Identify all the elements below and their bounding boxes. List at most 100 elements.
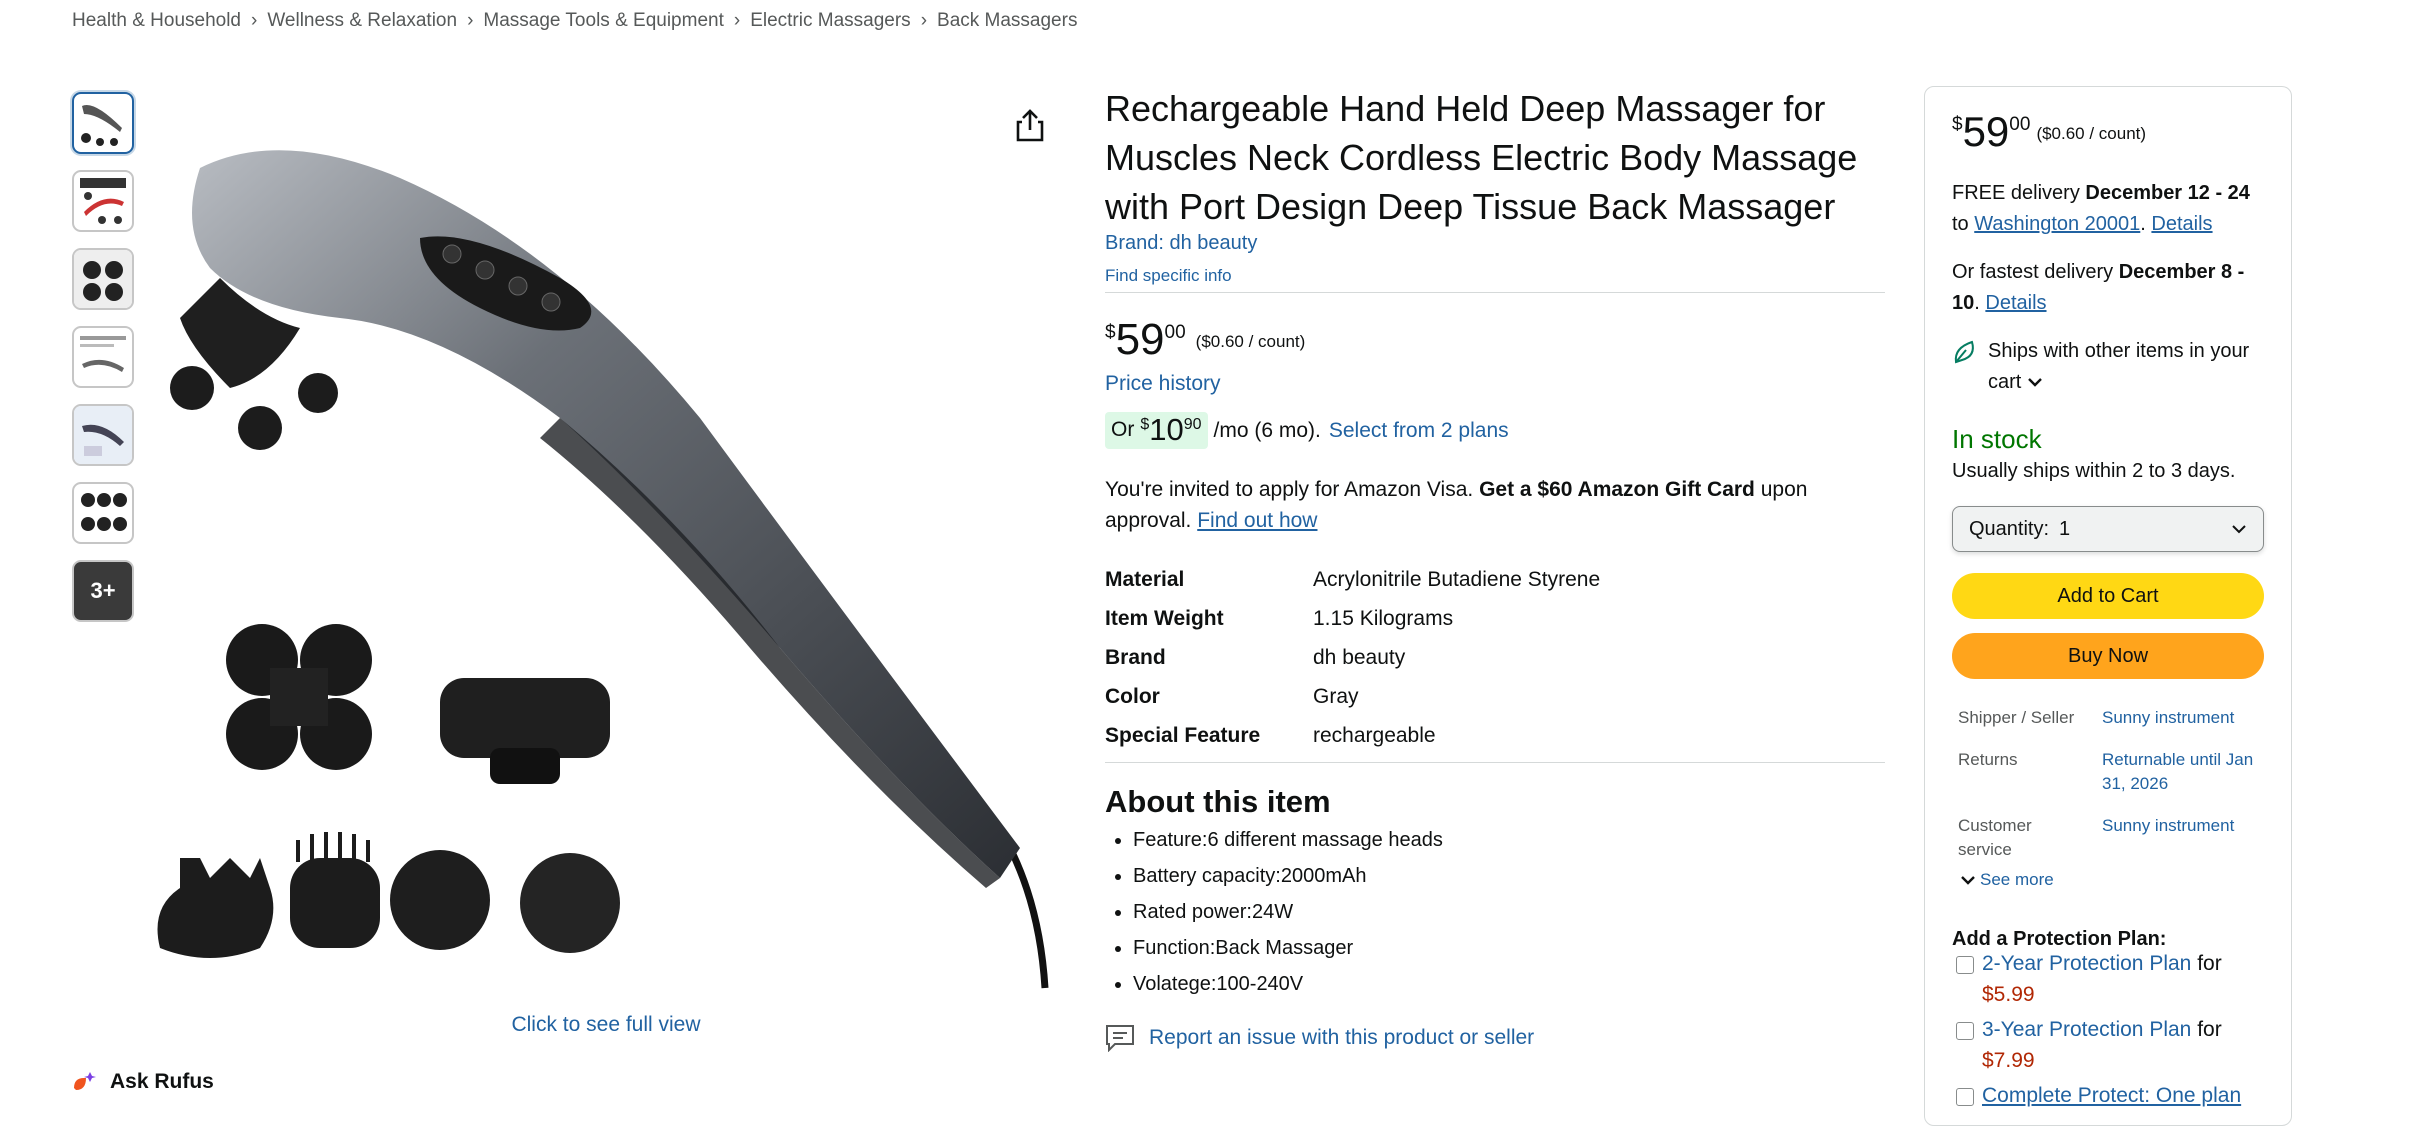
report-issue[interactable]: Report an issue with this product or sel… [1105,1024,1534,1052]
report-issue-link[interactable]: Report an issue with this product or sel… [1149,1026,1534,1050]
brand-link[interactable]: Brand: dh beauty [1105,232,1257,255]
stock-status: In stock [1952,424,2042,454]
massage-heads-grid-thumbnail-image [81,493,127,531]
info-row-shipper: Shipper / Seller Sunny instrument [1958,706,2268,730]
ships-within: Usually ships within 2 to 3 days. [1952,460,2236,482]
leaf-icon [1954,340,1974,364]
price-history-link[interactable]: Price history [1105,372,1221,396]
price-whole: 59 [1115,315,1165,364]
plan-price: $7.99 [1982,1049,2035,1072]
thumbnail-2[interactable] [72,170,134,232]
info-row-returns: Returns Returnable until Jan 31, 2026 [1958,748,2268,796]
quantity-value: 1 [2059,517,2071,540]
protection-plan-checkbox[interactable] [1956,1022,1974,1040]
see-more-label: See more [1980,870,2054,889]
delivery-dot: . [2140,213,2152,235]
more-thumbnails-count: 3+ [90,578,116,603]
spec-value: Acrylonitrile Butadiene Styrene [1313,567,1601,591]
visa-gift-card: Get a $60 Amazon Gift Card [1479,478,1755,501]
customer-service-link[interactable]: Sunny instrument [2102,814,2262,862]
thumbnail-more-videos[interactable]: 3+ [72,560,134,622]
returns-link[interactable]: Returnable until Jan 31, 2026 [2102,748,2262,796]
add-to-cart-button[interactable]: Add to Cart [1952,573,2264,619]
protection-plan-complete: Complete Protect: One plan [1956,1080,2276,1111]
plan-link[interactable]: 2-Year Protection Plan [1982,952,2191,975]
chevron-down-icon [2028,378,2042,387]
select-plans-link[interactable]: Select from 2 plans [1329,419,1509,443]
spec-value: dh beauty [1313,645,1406,669]
plan-link[interactable]: 3-Year Protection Plan [1982,1018,2191,1041]
seller-link[interactable]: Sunny instrument [2102,706,2262,730]
about-bullet: Battery capacity:2000mAh [1133,858,1443,894]
info-label: Customer service [1958,816,2032,859]
delivery-dates: December 12 - 24 [2085,182,2250,204]
click-full-view-link[interactable]: Click to see full view [0,1013,1212,1037]
quantity-dropdown[interactable]: Quantity: 1 [1952,506,2264,552]
see-more-toggle[interactable]: See more [1960,870,2054,890]
thumbnail-3[interactable] [72,248,134,310]
quantity-label: Quantity: [1969,517,2050,540]
monthly-or: Or [1111,418,1135,441]
breadcrumb-separator: › [920,10,928,31]
plan-text: Complete Protect: One plan [1982,1080,2241,1111]
fastest-dot: . [1974,292,1986,314]
protection-plan-checkbox[interactable] [1956,1088,1974,1106]
spec-row: Item Weight 1.15 Kilograms [1105,599,1600,638]
about-bullets: Feature:6 different massage heads Batter… [1105,822,1443,1002]
visa-text: You're invited to apply for Amazon Visa. [1105,478,1480,501]
find-specific-info-link[interactable]: Find specific info [1105,266,1232,286]
breadcrumb-separator: › [733,10,741,31]
free-delivery-label: FREE delivery [1952,182,2086,204]
spec-label: Brand [1105,645,1166,669]
monthly-whole: 10 [1149,412,1184,447]
divider [1105,762,1885,763]
spec-label: Special Feature [1105,723,1261,747]
plan-text: 2-Year Protection Plan for $5.99 [1982,948,2222,1010]
delivery-details-link[interactable]: Details [2151,213,2212,235]
protection-plan-checkbox[interactable] [1956,956,1974,974]
main-product-image[interactable] [140,88,1070,1000]
protection-plan-2-year: 2-Year Protection Plan for $5.99 [1956,948,2276,1010]
monthly-price-highlight: Or $ 10 90 [1105,412,1208,449]
ships-with-cart-label: Ships with other items in your cart [1988,336,2272,398]
chevron-down-icon [1961,876,1975,885]
massager-package-thumbnail-image [74,406,132,464]
breadcrumb-separator: › [251,10,258,31]
rufus-icon [74,1072,96,1090]
ask-rufus-label: Ask Rufus [110,1070,214,1093]
report-flag-icon [1106,1025,1134,1052]
thumbnail-1[interactable] [72,92,134,154]
product-specs-table: Material Acrylonitrile Butadiene Styrene … [1105,560,1600,755]
breadcrumb-electric-massagers[interactable]: Electric Massagers [750,10,911,32]
monthly-symbol: $ [1140,416,1150,433]
price-fraction: 00 [2009,114,2031,135]
delivery-location-link[interactable]: Washington 20001 [1974,213,2140,235]
massager-thumbnail-image [81,104,122,146]
info-label: Shipper / Seller [1958,708,2075,727]
fastest-details-link[interactable]: Details [1985,292,2046,314]
breadcrumb-wellness-relaxation[interactable]: Wellness & Relaxation [267,10,457,32]
buy-now-button[interactable]: Buy Now [1952,633,2264,679]
about-bullet: Feature:6 different massage heads [1133,822,1443,858]
spec-value: rechargeable [1313,723,1436,747]
product-price: $ 59 00 ($0.60 / count) [1105,318,1305,362]
breadcrumb-massage-tools[interactable]: Massage Tools & Equipment [483,10,723,32]
product-title: Rechargeable Hand Held Deep Massager for… [1105,88,1858,227]
spec-row: Material Acrylonitrile Butadiene Styrene [1105,560,1600,599]
share-icon[interactable] [1010,106,1050,146]
plan-text: 3-Year Protection Plan for $7.99 [1982,1014,2222,1076]
ask-rufus-button[interactable]: Ask Rufus [72,1070,214,1094]
spec-label: Color [1105,684,1160,708]
thumbnail-4[interactable] [72,326,134,388]
breadcrumb-health-household[interactable]: Health & Household [72,10,241,32]
protection-plan-3-year: 3-Year Protection Plan for $7.99 [1956,1014,2276,1076]
free-delivery-info: FREE delivery December 12 - 24 to Washin… [1952,178,2272,240]
massager-heads-thumbnail-image [80,178,126,224]
ships-with-cart[interactable]: Ships with other items in your cart [1952,336,2272,398]
spec-row: Special Feature rechargeable [1105,716,1600,755]
about-bullet: Function:Back Massager [1133,930,1443,966]
thumbnail-5[interactable] [72,404,134,466]
breadcrumb-back-massagers[interactable]: Back Massagers [937,10,1077,32]
thumbnail-6[interactable] [72,482,134,544]
find-out-how-link[interactable]: Find out how [1197,509,1317,532]
